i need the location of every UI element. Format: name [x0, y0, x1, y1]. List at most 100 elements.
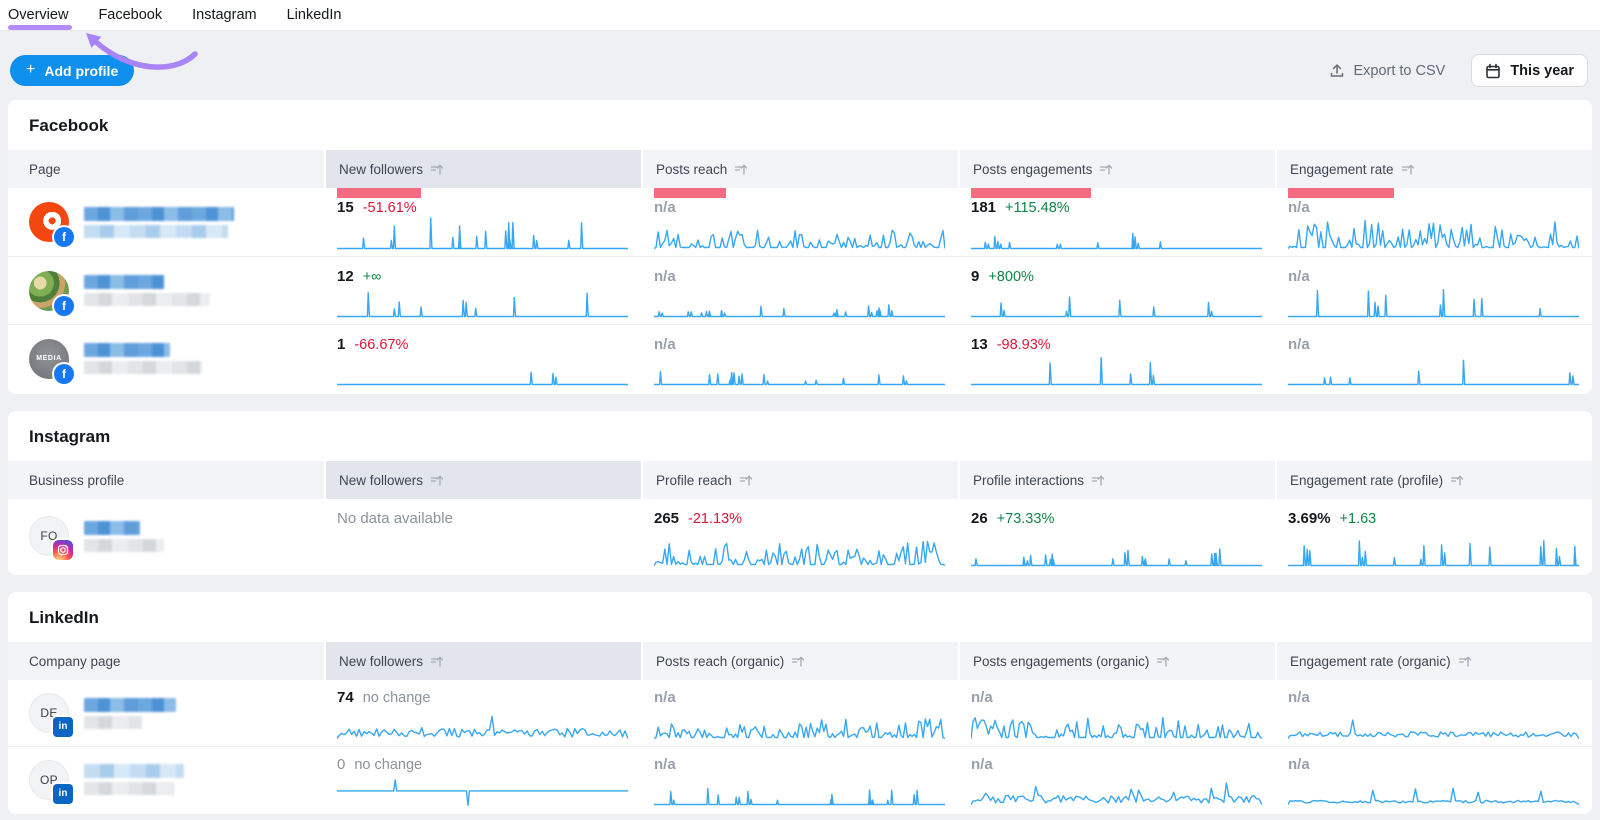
sparkline-svg	[337, 770, 628, 806]
sparkline-svg	[337, 282, 628, 318]
table-row[interactable]: f15-51.61%n/a181+115.48%n/a	[8, 188, 1592, 256]
table-row[interactable]: DEin74no changen/an/an/a	[8, 680, 1592, 746]
sparkline-svg	[971, 704, 1262, 740]
sparkline-svg	[1288, 704, 1579, 740]
metric-value-line: 26 +73.33%	[971, 510, 1262, 527]
column-header-posts-reach[interactable]: Posts reach	[641, 150, 958, 188]
table-row[interactable]: f12+∞n/a9+800%n/a	[8, 256, 1592, 324]
badge-letter: f	[62, 231, 66, 243]
sort-icon	[1458, 655, 1471, 668]
metric-cell: No data available	[324, 499, 641, 573]
metric-change: -21.13%	[688, 511, 742, 527]
badge-letter: in	[59, 722, 68, 732]
calendar-icon	[1485, 63, 1501, 79]
avatar: FO	[29, 516, 69, 556]
metric-value: 26	[971, 510, 988, 527]
column-header-label: Profile interactions	[973, 473, 1084, 488]
sparkline	[971, 282, 1262, 318]
column-header-posts-engagements-organic[interactable]: Posts engagements (organic)	[958, 642, 1275, 680]
column-header-label: Engagement rate	[1290, 162, 1394, 177]
profile-cell[interactable]: MEDIAf	[8, 325, 324, 392]
sort-icon	[1156, 655, 1169, 668]
section-title-linkedin: LinkedIn	[8, 592, 1592, 642]
badge-letter: in	[59, 789, 68, 799]
date-range-button[interactable]: This year	[1471, 54, 1588, 87]
section-title-facebook: Facebook	[8, 100, 1592, 150]
sparkline-svg	[971, 770, 1262, 806]
column-header-label: Posts reach	[656, 162, 727, 177]
column-header-profile-interactions[interactable]: Profile interactions	[958, 461, 1275, 499]
sparkline	[971, 350, 1262, 386]
metric-highlight-bar	[1288, 188, 1394, 198]
sort-icon	[791, 655, 804, 668]
avatar-text: MEDIA	[36, 355, 62, 362]
column-header-new-followers[interactable]: New followers	[324, 642, 641, 680]
column-header-posts-engagements[interactable]: Posts engagements	[958, 150, 1275, 188]
profile-cell[interactable]: f	[8, 188, 324, 256]
table-row[interactable]: MEDIAf1-66.67%n/a13-98.93%n/a	[8, 324, 1592, 392]
facebook-badge-icon: f	[54, 296, 74, 316]
column-header-new-followers[interactable]: New followers	[324, 150, 641, 188]
metric-change: +73.33%	[997, 511, 1055, 527]
metric-cell: n/a	[1275, 680, 1592, 746]
metric-cell: 3.69%+1.63	[1275, 499, 1592, 573]
sort-icon	[1450, 474, 1463, 487]
sort-icon	[430, 474, 443, 487]
profile-cell[interactable]: FO	[8, 499, 324, 573]
no-data-label: No data available	[337, 510, 453, 527]
avatar: f	[29, 271, 69, 311]
sparkline	[1288, 282, 1579, 318]
tab-facebook[interactable]: Facebook	[98, 0, 162, 31]
sort-icon	[1401, 163, 1414, 176]
metric-cell: n/a	[641, 747, 958, 812]
add-profile-button[interactable]: + Add profile	[10, 55, 134, 86]
metric-cell: 1-66.67%	[324, 325, 641, 392]
column-header-engagement-rate[interactable]: Engagement rate	[1275, 150, 1592, 188]
column-header-label: New followers	[339, 473, 423, 488]
sort-icon	[430, 655, 443, 668]
column-header-profile-reach[interactable]: Profile reach	[641, 461, 958, 499]
table-row[interactable]: OPin0no changen/an/an/a	[8, 746, 1592, 812]
table-row[interactable]: FO No data available 265 -21.13% 26 +73.33% 3.…	[8, 499, 1592, 573]
export-to-csv-button[interactable]: Export to CSV	[1329, 63, 1445, 79]
tab-instagram[interactable]: Instagram	[192, 0, 256, 31]
sparkline	[654, 531, 945, 567]
metric-cell: n/a	[641, 680, 958, 746]
export-label: Export to CSV	[1353, 63, 1445, 79]
profile-cell[interactable]: OPin	[8, 747, 324, 812]
redacted-line	[84, 539, 164, 552]
toolbar: + Add profile Export to CSV This year	[0, 31, 1600, 100]
badge-letter: f	[62, 368, 66, 380]
sparkline	[337, 282, 628, 318]
sparkline-svg	[1288, 531, 1579, 567]
redacted-line	[84, 207, 234, 221]
tab-linkedin[interactable]: LinkedIn	[287, 0, 342, 31]
column-header-new-followers[interactable]: New followers	[324, 461, 641, 499]
badge-letter: f	[62, 300, 66, 312]
redacted-line	[84, 293, 210, 306]
profile-cell[interactable]: DEin	[8, 680, 324, 746]
card-linkedin: LinkedIn Company page New followersPosts r…	[8, 592, 1592, 814]
export-icon	[1329, 63, 1345, 79]
redacted-line	[84, 764, 184, 778]
avatar: f	[29, 202, 69, 242]
card-facebook: FacebookPageNew followersPosts reachPost…	[8, 100, 1592, 394]
column-header-business-profile: Business profile	[8, 461, 324, 499]
sparkline	[1288, 214, 1579, 250]
avatar: DEin	[29, 693, 69, 733]
column-header-label: New followers	[339, 162, 423, 177]
sparkline	[654, 282, 945, 318]
sparkline	[1288, 350, 1579, 386]
column-header-label: Company page	[29, 654, 121, 669]
column-header-engagement-rate-organic[interactable]: Engagement rate (organic)	[1275, 642, 1592, 680]
column-header-engagement-rate-profile[interactable]: Engagement rate (profile)	[1275, 461, 1592, 499]
metric-value-line: 265 -21.13%	[654, 510, 945, 527]
profile-cell[interactable]: f	[8, 257, 324, 324]
column-header-posts-reach-organic[interactable]: Posts reach (organic)	[641, 642, 958, 680]
sparkline	[654, 770, 945, 806]
metric-cell: 9+800%	[958, 257, 1275, 324]
redacted-profile-name	[84, 698, 176, 729]
metric-value: 265	[654, 510, 679, 527]
sparkline	[337, 214, 628, 250]
redacted-line	[84, 343, 170, 357]
